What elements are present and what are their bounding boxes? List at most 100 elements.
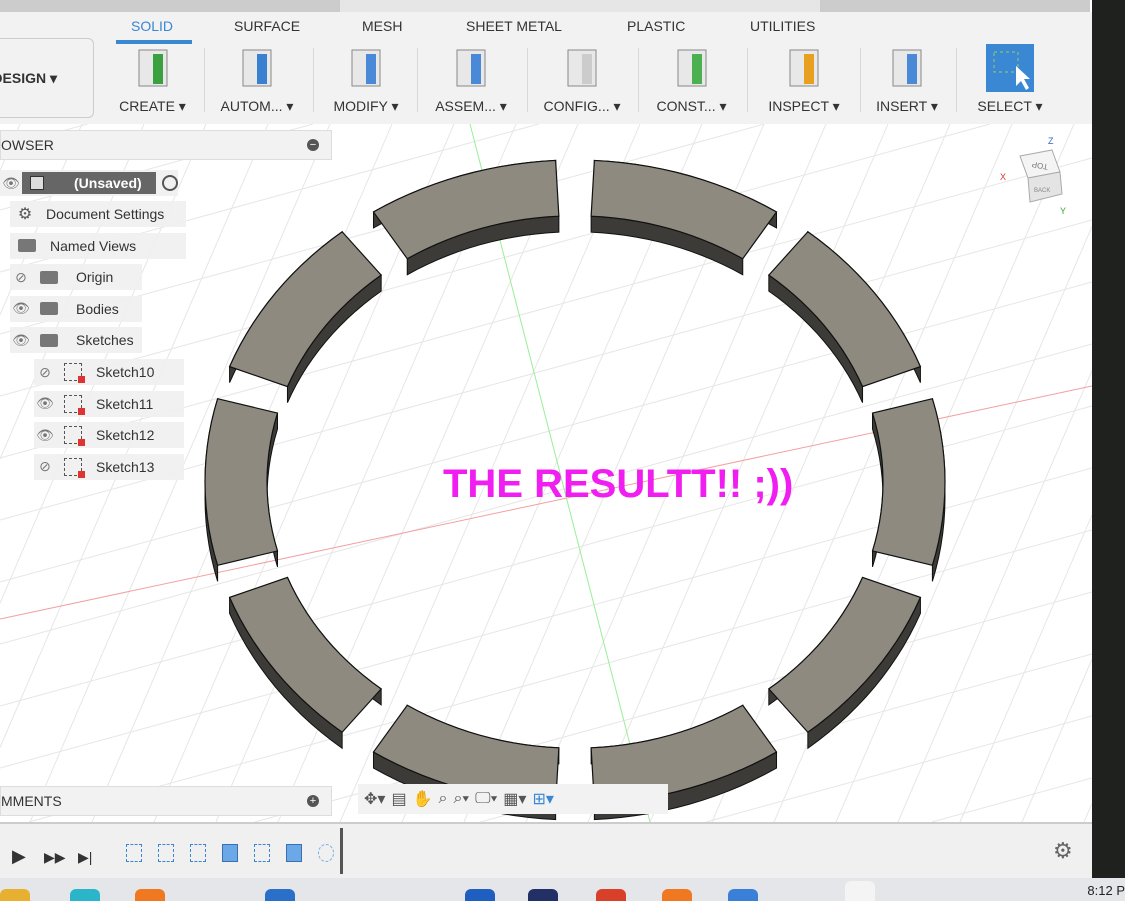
tool-assemble[interactable]: ASSEM... ▾ [432, 42, 510, 122]
grid-line [931, 777, 1092, 822]
configure-icon [567, 49, 597, 87]
eye-icon[interactable]: 👁 [10, 300, 32, 317]
tool-label: MODIFY ▾ [333, 98, 399, 114]
tool-insert-bolt[interactable]: INSERT ▾ [876, 42, 938, 122]
taskbar-app-icon[interactable] [596, 889, 626, 901]
gear-icon[interactable]: ⚙ [1053, 838, 1073, 864]
sketch-icon [64, 426, 85, 447]
browser-title: OWSER [1, 137, 54, 153]
taskbar-app-icon[interactable] [265, 889, 295, 901]
pan-hand-icon[interactable]: ✋ [413, 789, 433, 809]
browser-item-document-settings[interactable]: ⚙ Document Settings [10, 201, 186, 227]
collapse-icon[interactable]: − [307, 139, 319, 151]
toolbar-separator [637, 48, 639, 112]
tool-inspect-ruler[interactable]: INSPECT ▾ [765, 42, 843, 122]
eye-icon[interactable]: 👁 [10, 332, 32, 349]
browser-item-bodies[interactable]: 👁 Bodies [10, 295, 142, 322]
browser-item-sketch[interactable]: 👁 Sketch11 [34, 390, 184, 417]
timeline-sketch-feature[interactable] [158, 844, 174, 862]
tab-utilities[interactable]: UTILITIES [750, 18, 815, 34]
eye-hidden-icon[interactable]: ⊘ [34, 458, 56, 475]
timeline-sketch-feature[interactable] [190, 844, 206, 862]
fit-zoom-icon[interactable]: ⌕▾ [453, 790, 469, 808]
tool-modify[interactable]: MODIFY ▾ [330, 42, 402, 122]
tool-label: CONST... ▾ [656, 98, 727, 114]
toolbar-separator [747, 48, 748, 112]
browser-item-named-views[interactable]: Named Views [10, 232, 186, 259]
timeline-extrude-feature[interactable] [286, 844, 302, 862]
browser-item-label: Sketches [76, 332, 134, 349]
browser-item-sketch[interactable]: ⊘ Sketch10 [34, 359, 184, 385]
sketch-icon [64, 457, 85, 478]
insert-bolt-icon [892, 49, 922, 87]
taskbar-app-icon[interactable] [728, 889, 758, 901]
root-label-box: (Unsaved) [22, 172, 156, 194]
taskbar-app-icon[interactable] [662, 889, 692, 901]
tab-plastic[interactable]: PLASTIC [627, 18, 685, 34]
taskbar-app-icon[interactable] [70, 889, 100, 901]
tool-label: CONFIG... ▾ [543, 98, 621, 114]
modify-icon [351, 49, 381, 87]
browser-item-label: Bodies [76, 300, 119, 317]
tool-configure[interactable]: CONFIG... ▾ [543, 42, 621, 122]
tab-surface[interactable]: SURFACE [234, 18, 300, 34]
tool-construct[interactable]: CONST... ▾ [654, 42, 729, 122]
timeline-extrude-feature[interactable] [222, 844, 238, 862]
title-bar [0, 0, 1090, 12]
step-forward-icon[interactable]: ▶▶ [44, 849, 66, 866]
display-settings-icon[interactable]: 🖵▾ [475, 790, 497, 808]
zoom-icon[interactable]: ⌕ [438, 790, 447, 808]
taskbar-app-icon[interactable] [0, 889, 30, 901]
timeline-sketch-feature[interactable] [126, 844, 142, 862]
taskbar-app-icon[interactable] [465, 889, 495, 901]
comments-title: MMENTS [1, 793, 62, 809]
browser-item-sketches[interactable]: 👁 Sketches [10, 327, 142, 354]
tab-solid[interactable]: SOLID [131, 18, 173, 34]
expand-icon[interactable]: + [307, 795, 319, 807]
tab-sheet-metal[interactable]: SHEET METAL [466, 18, 562, 34]
assemble-icon [456, 49, 486, 87]
ring-segment-body[interactable] [871, 397, 946, 567]
browser-item-sketch[interactable]: ⊘ Sketch13 [34, 453, 184, 480]
browser-item-origin[interactable]: ⊘ Origin [10, 264, 142, 291]
tool-label: INSERT ▾ [876, 98, 938, 114]
ribbon-toolbar: DESIGN ▾ SOLID SURFACE MESH SHEET METAL … [0, 12, 1092, 124]
comments-panel-header[interactable]: MMENTS + [0, 786, 332, 816]
tool-automate[interactable]: AUTOM... ▾ [218, 42, 296, 122]
orbit-icon[interactable]: ✥▾ [364, 789, 385, 809]
tab-mesh[interactable]: MESH [362, 18, 402, 34]
look-at-icon[interactable]: ▤ [391, 789, 406, 809]
ring-segment-body[interactable] [204, 397, 279, 567]
tool-create-sketch[interactable]: CREATE ▾ [115, 42, 190, 122]
taskbar-active-app[interactable] [845, 881, 875, 901]
browser-root[interactable]: 👁 (Unsaved) [0, 170, 178, 196]
clock: 8:12 P [1087, 883, 1125, 898]
eye-icon[interactable]: 👁 [34, 395, 56, 412]
taskbar-app-icon[interactable] [528, 889, 558, 901]
workspace-switcher[interactable]: DESIGN ▾ [0, 38, 94, 118]
timeline-sketch-feature[interactable] [254, 844, 270, 862]
viewports-icon[interactable]: ⊞▾ [532, 789, 553, 809]
inspect-ruler-icon [789, 49, 819, 87]
tool-select[interactable]: SELECT ▾ [974, 42, 1046, 122]
browser-item-label: Named Views [50, 237, 137, 254]
browser-item-label: Sketch11 [96, 395, 154, 412]
navigation-bar: ✥▾ ▤ ✋ ⌕ ⌕▾ 🖵▾ ▦▾ ⊞▾ [358, 784, 668, 814]
timeline-marker[interactable] [340, 828, 343, 874]
view-cube[interactable]: TOP BACK X Z Y [996, 134, 1080, 220]
taskbar-app-icon[interactable] [135, 889, 165, 901]
play-icon[interactable]: ▶ [12, 846, 26, 867]
eye-hidden-icon[interactable]: ⊘ [10, 269, 32, 286]
activate-radio-icon[interactable] [161, 175, 178, 191]
browser-item-sketch[interactable]: 👁 Sketch12 [34, 422, 184, 449]
eye-icon[interactable]: 👁 [34, 427, 56, 444]
timeline-pattern-feature[interactable] [318, 844, 334, 862]
grid-settings-icon[interactable]: ▦▾ [503, 789, 526, 809]
skip-end-icon[interactable]: ▶| [78, 849, 92, 866]
eye-hidden-icon[interactable]: ⊘ [34, 364, 56, 381]
eye-icon[interactable]: 👁 [0, 175, 22, 192]
workspace-label: DESIGN ▾ [0, 69, 57, 86]
browser-panel-header[interactable]: OWSER − [0, 130, 332, 160]
timeline: ▶ ▶▶ ▶| ⚙ [0, 822, 1092, 878]
toolbar-separator [313, 48, 314, 112]
